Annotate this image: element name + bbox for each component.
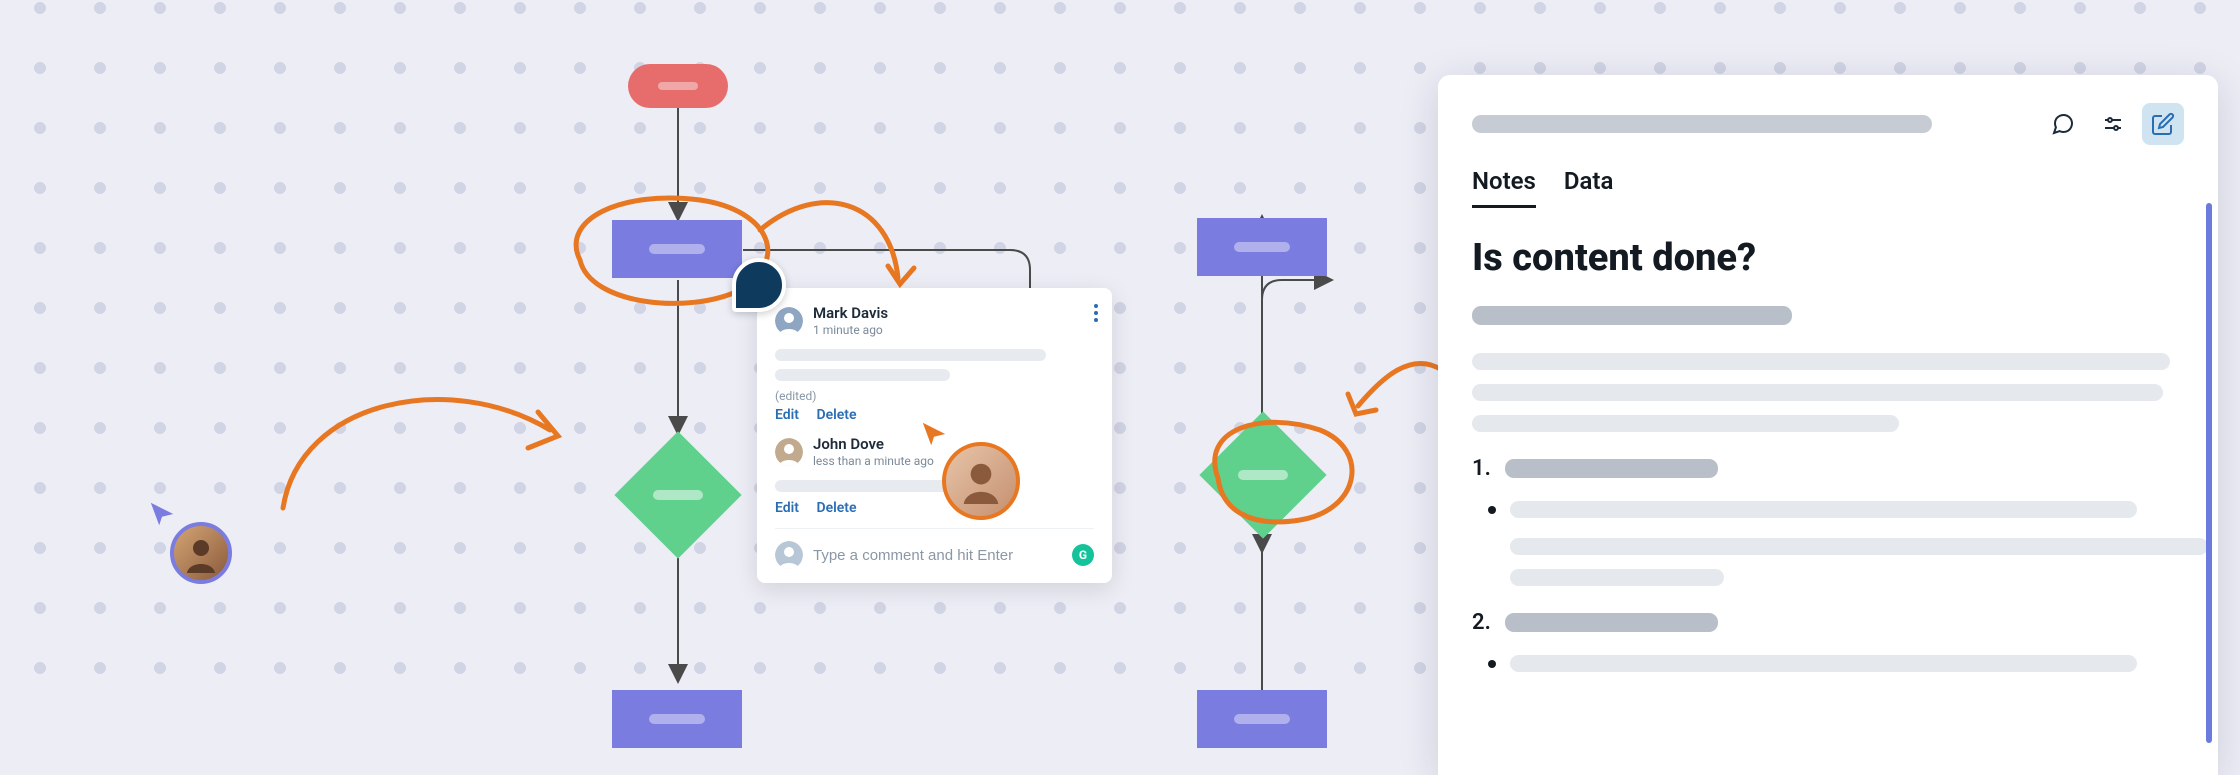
content-placeholder bbox=[1510, 569, 1724, 586]
comment-delete-button[interactable]: Delete bbox=[816, 407, 856, 423]
sliders-icon[interactable] bbox=[2092, 103, 2134, 145]
avatar bbox=[775, 541, 803, 569]
process-node-left-1[interactable] bbox=[612, 220, 742, 278]
panel-header-placeholder bbox=[1472, 115, 1932, 133]
panel-tabs: Notes Data bbox=[1472, 167, 2184, 208]
edit-note-icon[interactable] bbox=[2142, 103, 2184, 145]
grammarly-icon: G bbox=[1072, 544, 1094, 566]
list-marker: 1. bbox=[1472, 456, 1491, 481]
comment-input[interactable] bbox=[813, 547, 1062, 564]
content-placeholder bbox=[1472, 353, 2170, 370]
comment-author: Mark Davis bbox=[813, 304, 888, 322]
scrollbar[interactable] bbox=[2206, 203, 2212, 743]
avatar bbox=[775, 438, 803, 466]
ordered-list-item: 2. bbox=[1472, 610, 2184, 635]
comment-thread-card: Mark Davis 1 minute ago (edited) Edit De… bbox=[757, 288, 1112, 583]
tab-notes[interactable]: Notes bbox=[1472, 167, 1536, 208]
comment-item: John Dove less than a minute ago Edit De… bbox=[775, 435, 1094, 516]
avatar bbox=[775, 307, 803, 335]
content-placeholder bbox=[1472, 306, 1792, 325]
comment-edited-label: (edited) bbox=[775, 389, 1094, 403]
comment-edit-button[interactable]: Edit bbox=[775, 407, 799, 423]
ordered-list-item: 1. bbox=[1472, 456, 2184, 481]
comment-edit-button[interactable]: Edit bbox=[775, 500, 799, 516]
content-placeholder bbox=[1510, 538, 2208, 555]
list-marker: 2. bbox=[1472, 610, 1491, 635]
comment-timestamp: less than a minute ago bbox=[813, 454, 934, 468]
tab-data[interactable]: Data bbox=[1564, 167, 1613, 208]
bullet-list-item bbox=[1472, 655, 2184, 672]
notes-panel: Notes Data Is content done? 1. 2. bbox=[1438, 75, 2218, 775]
terminator-node[interactable] bbox=[628, 64, 728, 108]
bullet-list-item bbox=[1472, 501, 2184, 518]
content-placeholder bbox=[1472, 384, 2163, 401]
process-node-left-2[interactable] bbox=[612, 690, 742, 748]
comment-timestamp: 1 minute ago bbox=[813, 323, 888, 337]
bullet-icon bbox=[1488, 660, 1496, 668]
chat-icon[interactable] bbox=[2042, 103, 2084, 145]
bullet-icon bbox=[1488, 506, 1496, 514]
comment-author: John Dove bbox=[813, 435, 934, 453]
comment-pin-icon[interactable] bbox=[732, 258, 786, 312]
panel-heading: Is content done? bbox=[1472, 236, 2184, 280]
comment-input-row: G bbox=[775, 528, 1094, 569]
process-node-right-2[interactable] bbox=[1197, 690, 1327, 748]
content-placeholder bbox=[1472, 415, 1899, 432]
comment-menu-button[interactable] bbox=[1094, 304, 1098, 322]
comment-delete-button[interactable]: Delete bbox=[816, 500, 856, 516]
process-node-right-1[interactable] bbox=[1197, 218, 1327, 276]
comment-item: Mark Davis 1 minute ago (edited) Edit De… bbox=[775, 304, 1094, 423]
